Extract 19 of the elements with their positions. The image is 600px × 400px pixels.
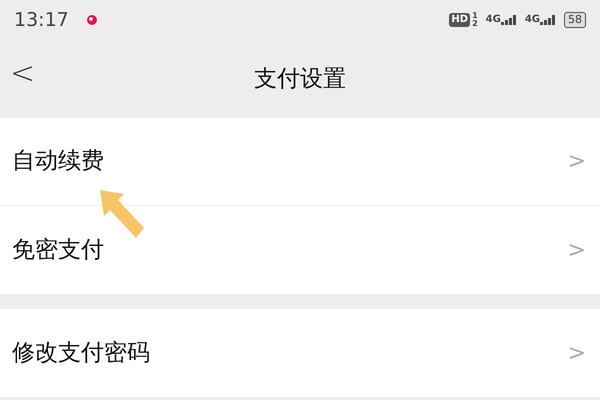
back-button[interactable]: < (10, 54, 36, 93)
chevron-icon: > (568, 145, 586, 178)
status-time: 13:17 (14, 8, 69, 33)
app-notification-icon (84, 13, 99, 27)
chevron-icon: > (568, 336, 586, 370)
row-label: 修改支付密码 (12, 338, 150, 368)
page-title: 支付设置 (254, 64, 346, 94)
signal-icon (540, 15, 556, 25)
row-label: 自动续费 (12, 147, 104, 176)
pointer-arrow-icon (100, 190, 144, 238)
network-type: 4G (524, 15, 540, 25)
sim-number: 2 (472, 20, 478, 28)
signal-icon (500, 15, 517, 25)
sim-number: 1 (472, 12, 478, 20)
battery-indicator: 58 (564, 12, 586, 28)
hd-label: HD (449, 13, 470, 27)
row-label: 免密支付 (12, 236, 104, 265)
network-type: 4G (486, 15, 501, 25)
chevron-icon: > (568, 234, 586, 266)
